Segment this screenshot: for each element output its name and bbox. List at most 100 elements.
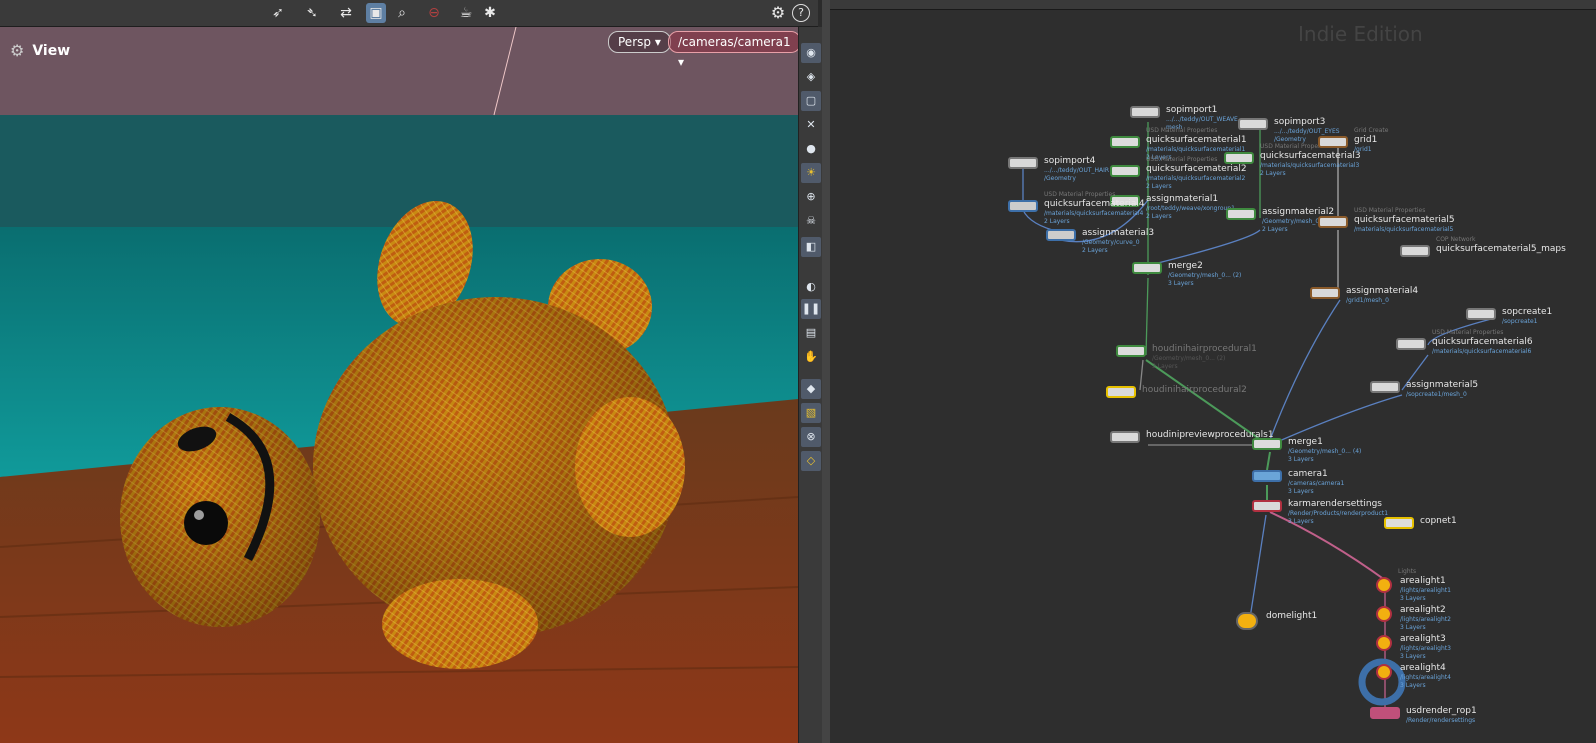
- network-editor[interactable]: Indie Edition sopimport1 .../.../teddy/O…: [830, 0, 1596, 743]
- sphere-icon[interactable]: ●: [801, 139, 821, 159]
- node-comment: USD Material Properties: [1146, 127, 1218, 134]
- shapes-icon[interactable]: ◆: [801, 379, 821, 399]
- scene-render: [0, 27, 798, 743]
- node-info: /Geometry/curve_0 2 Layers: [1082, 239, 1140, 254]
- node-name: sopimport3: [1274, 117, 1326, 127]
- node-name: houdinihairprocedural1: [1152, 344, 1257, 354]
- persp-dropdown[interactable]: Persp ▾: [608, 31, 671, 53]
- node-info: /Render/rendersettings: [1406, 717, 1476, 724]
- node-icon: [1318, 136, 1348, 148]
- node-icon: [1252, 470, 1282, 482]
- node-name: karmarendersettings: [1288, 499, 1382, 509]
- light-icon: [1236, 612, 1258, 630]
- node-info: /materials/quicksurfacematerial2 2 Layers: [1146, 175, 1246, 190]
- transform-icon[interactable]: ⇄: [336, 3, 356, 23]
- select-box-icon[interactable]: ▧: [801, 403, 821, 423]
- visibility-icon[interactable]: ◐: [801, 277, 821, 297]
- diamond-icon[interactable]: ◇: [801, 451, 821, 471]
- no-entry-icon[interactable]: ⊖: [424, 3, 444, 23]
- node-info: /root/teddy/weave/xongroup1 2 Layers: [1146, 205, 1235, 220]
- node-name: quicksurfacematerial5: [1354, 215, 1455, 225]
- ghost-icon[interactable]: ◈: [801, 67, 821, 87]
- camera-icon[interactable]: ◧: [801, 237, 821, 257]
- node-icon: [1370, 707, 1400, 719]
- node-name: arealight3: [1400, 634, 1446, 644]
- node-comment: Lights: [1398, 568, 1417, 575]
- node-info: /materials/quicksurfacematerial4 2 Layers: [1044, 210, 1144, 225]
- node-icon: [1318, 216, 1348, 228]
- select-arrow-icon[interactable]: ➶: [268, 3, 288, 23]
- node-info: /sopcreate1: [1502, 318, 1538, 325]
- node-info: /cameras/camera1 3 Layers: [1288, 480, 1345, 495]
- node-icon: [1008, 157, 1038, 169]
- view-icon: ⚙: [10, 41, 25, 60]
- camera-view-icon[interactable]: ▣: [366, 3, 386, 23]
- camera-label: /cameras/camera1: [678, 35, 791, 49]
- skull-icon[interactable]: ☠: [801, 211, 821, 231]
- node-info: /lights/arealight3 3 Layers: [1400, 645, 1451, 660]
- node-icon: [1046, 229, 1076, 241]
- node-name: copnet1: [1420, 516, 1457, 526]
- node-info: /lights/arealight1 3 Layers: [1400, 587, 1451, 602]
- link-icon[interactable]: ⊗: [801, 427, 821, 447]
- node-comment: COP Network: [1436, 236, 1476, 243]
- viewport-title: ⚙ View: [10, 41, 70, 60]
- light-icon: [1376, 606, 1392, 622]
- node-icon: [1008, 200, 1038, 212]
- node-icon: [1466, 308, 1496, 320]
- display-toolstrip: ◉ ◈ ▢ ✕ ● ☀ ⊕ ☠ ◧ ◐ ❚❚ ▤ ✋ ◆ ▧ ⊗ ◇: [798, 27, 823, 743]
- node-name: grid1: [1354, 135, 1378, 145]
- node-info: /Geometry/mesh_0... (2) 3 Layers: [1168, 272, 1242, 287]
- node-name: usdrender_rop1: [1406, 706, 1477, 716]
- node-comment: USD Material Properties: [1146, 156, 1218, 163]
- node-icon: [1116, 345, 1146, 357]
- node-icon: [1226, 208, 1256, 220]
- viewport-title-text: View: [32, 42, 71, 59]
- hand-icon[interactable]: ✋: [801, 347, 821, 367]
- help-icon[interactable]: ?: [792, 4, 810, 22]
- node-name: merge1: [1288, 437, 1323, 447]
- layers-icon[interactable]: ▤: [801, 323, 821, 343]
- node-icon: [1110, 165, 1140, 177]
- node-name: arealight4: [1400, 663, 1446, 673]
- node-comment: Grid Create: [1354, 127, 1389, 134]
- zoom-icon[interactable]: ⌕: [392, 3, 412, 23]
- node-icon: [1252, 438, 1282, 450]
- render-icon[interactable]: ☕: [456, 3, 476, 23]
- snapshot-icon[interactable]: ✱: [480, 3, 500, 23]
- close-icon[interactable]: ✕: [801, 115, 821, 135]
- node-icon: [1396, 338, 1426, 350]
- node-name: quicksurfacematerial5_maps: [1436, 244, 1566, 254]
- node-icon: [1110, 136, 1140, 148]
- node-name: camera1: [1288, 469, 1328, 479]
- pin-icon[interactable]: ⊕: [801, 187, 821, 207]
- select-arrow-icon[interactable]: ➴: [302, 3, 322, 23]
- node-info: /materials/quicksurfacematerial3 2 Layers: [1260, 162, 1360, 177]
- eye-icon[interactable]: ◉: [801, 43, 821, 63]
- node-icon: [1110, 431, 1140, 443]
- node-icon: [1238, 118, 1268, 130]
- viewport-toolbar: ➶ ➴ ⇄ ▣ ⌕ ⊖ ☕ ✱ ⚙ ?: [0, 0, 818, 27]
- node-info: /grid1/mesh_0: [1346, 297, 1389, 304]
- node-info: /lights/arealight4 3 Layers: [1400, 674, 1451, 689]
- node-icon: [1370, 381, 1400, 393]
- pause-icon[interactable]: ❚❚: [801, 299, 821, 319]
- node-icon: [1252, 500, 1282, 512]
- node-name: assignmaterial3: [1082, 228, 1155, 238]
- node-icon: [1132, 262, 1162, 274]
- persp-label: Persp: [618, 35, 651, 49]
- node-name: assignmaterial4: [1346, 286, 1419, 296]
- node-name: quicksurfacematerial1: [1146, 135, 1247, 145]
- node-name: quicksurfacematerial3: [1260, 151, 1361, 161]
- lock-icon[interactable]: ▢: [801, 91, 821, 111]
- camera-dropdown[interactable]: /cameras/camera1 ▾: [668, 31, 798, 69]
- node-info: .../.../teddy/OUT_HAIR/Geometry: [1044, 167, 1110, 182]
- node-icon: [1400, 245, 1430, 257]
- node-name: quicksurfacematerial6: [1432, 337, 1533, 347]
- node-info: /materials/quicksurfacematerial5: [1354, 226, 1454, 233]
- light-icon[interactable]: ☀: [801, 163, 821, 183]
- node-info: /lights/arealight2 3 Layers: [1400, 616, 1451, 631]
- node-comment: USD Material Properties: [1432, 329, 1504, 336]
- scene-viewport[interactable]: ⚙ View Persp ▾ /cameras/camera1 ▾: [0, 27, 798, 743]
- gear-icon[interactable]: ⚙: [768, 3, 788, 23]
